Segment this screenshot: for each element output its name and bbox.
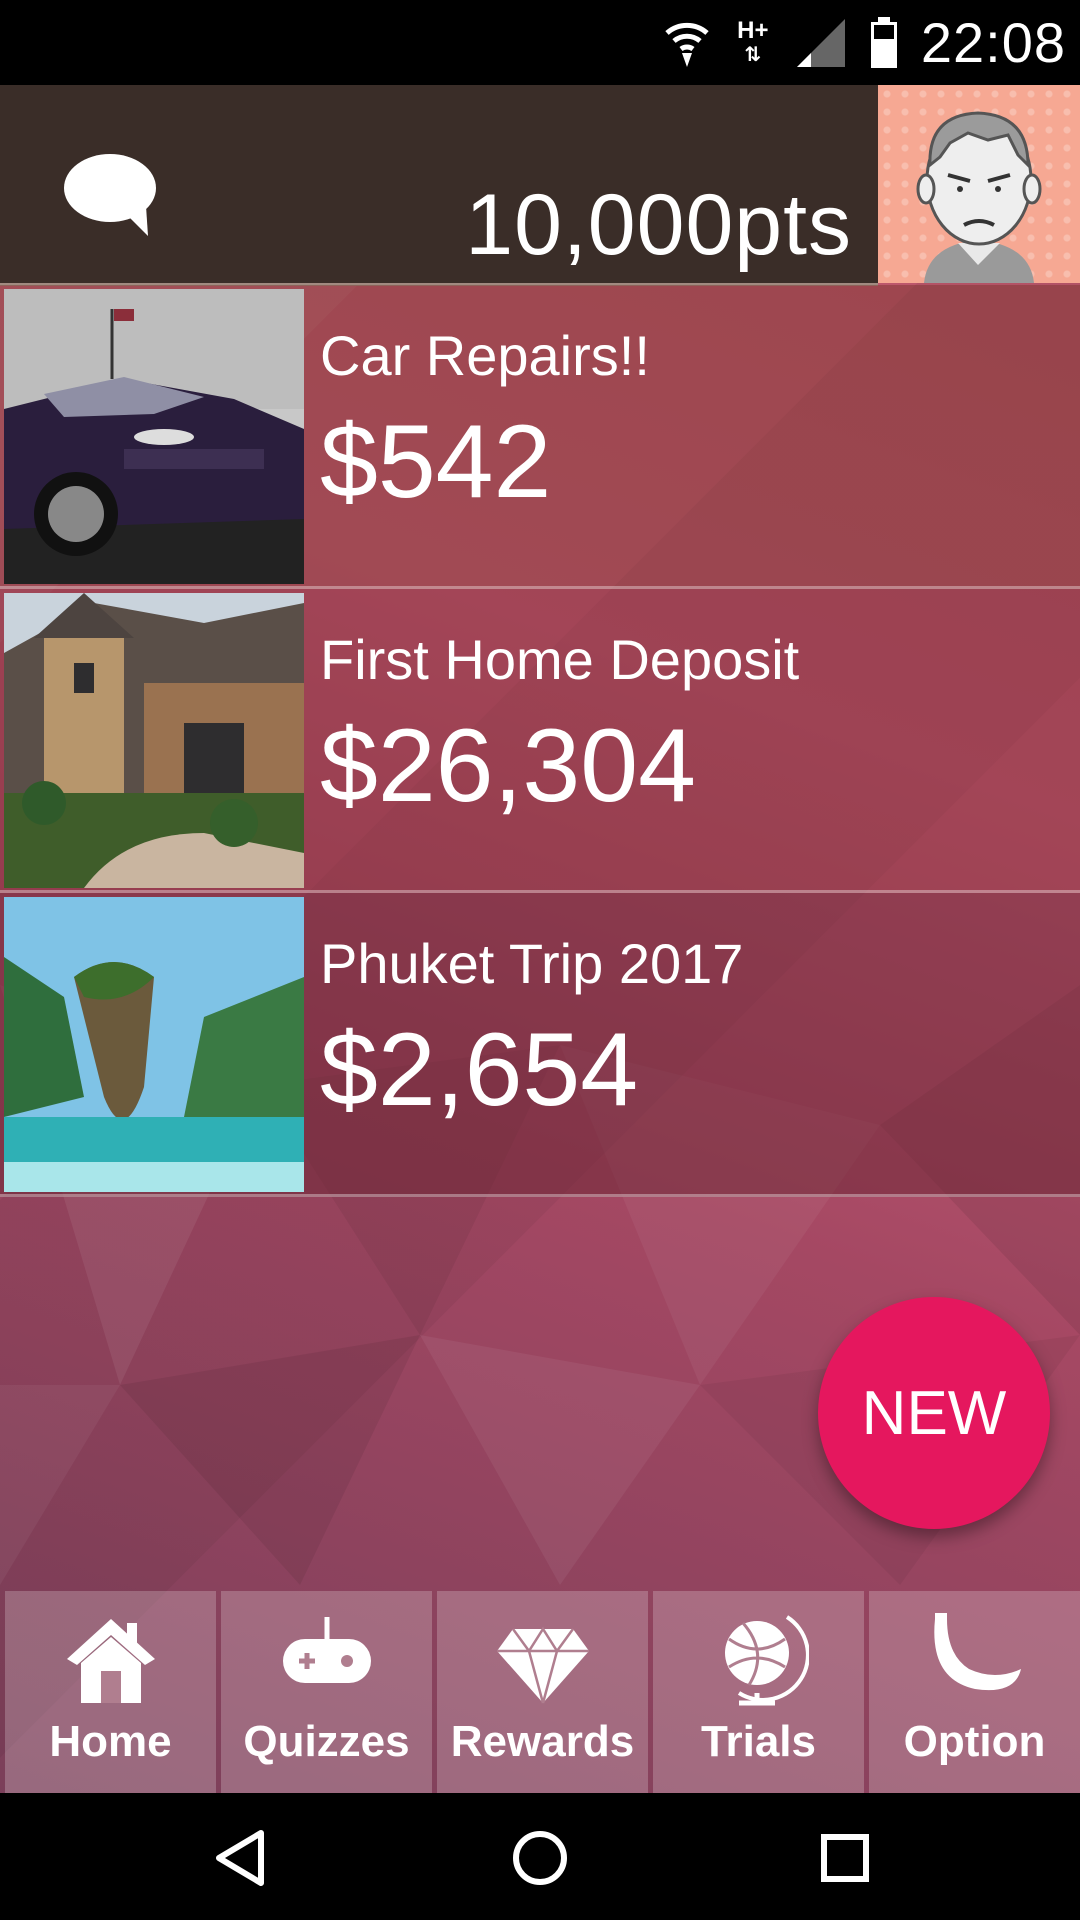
nav-label: Home	[49, 1717, 172, 1766]
nav-label: Rewards	[450, 1717, 635, 1766]
phuket-photo	[4, 897, 304, 1192]
diamond-icon	[496, 1626, 589, 1704]
goal-item-phuket-trip[interactable]: Phuket Trip 2017 $2,654	[0, 893, 1080, 1197]
battery-icon	[870, 16, 897, 68]
chat-bubble-icon[interactable]	[62, 150, 162, 240]
goal-amount: $2,654	[320, 1012, 639, 1128]
status-bar: H+ ⇅ 22:08	[0, 0, 1080, 85]
goal-item-car-repairs[interactable]: Car Repairs!! $542	[0, 285, 1080, 589]
recents-square-icon[interactable]	[810, 1823, 880, 1893]
system-navigation-bar	[0, 1793, 1080, 1920]
nav-item-quizzes[interactable]: Quizzes	[221, 1591, 432, 1793]
nav-label: Quizzes	[243, 1717, 410, 1766]
network-type-indicator: H+ ⇅	[737, 16, 769, 66]
goal-list: Car Repairs!! $542 First Home Deposit $2…	[0, 285, 1080, 1197]
goal-title: First Home Deposit	[320, 628, 800, 691]
nav-item-rewards[interactable]: Rewards	[437, 1591, 648, 1793]
wifi-icon	[665, 22, 709, 67]
goal-amount: $26,304	[320, 708, 696, 824]
nav-item-option[interactable]: Option	[869, 1591, 1080, 1793]
signal-icon	[796, 18, 845, 67]
back-icon[interactable]	[205, 1823, 275, 1893]
goal-title: Phuket Trip 2017	[320, 932, 744, 995]
new-button-label: NEW	[861, 1378, 1007, 1448]
user-avatar[interactable]	[878, 85, 1080, 283]
nav-label: Option	[903, 1717, 1046, 1766]
nav-item-home[interactable]: Home	[5, 1591, 216, 1793]
gamepad-icon	[282, 1617, 371, 1683]
globe-icon	[724, 1615, 809, 1706]
nav-label: Trials	[701, 1717, 816, 1766]
clock: 22:08	[920, 11, 1066, 74]
banana-icon	[933, 1613, 1021, 1691]
points-balance: 10,000pts	[465, 177, 852, 273]
new-goal-button[interactable]: NEW	[818, 1297, 1050, 1529]
header-bar: 10,000pts	[0, 85, 878, 286]
house-photo	[4, 593, 304, 888]
avatar-face-icon	[916, 111, 1042, 283]
goal-amount: $542	[320, 404, 552, 520]
home-icon	[66, 1619, 155, 1703]
bottom-nav: Home Quizzes Rewards Trials Option	[0, 1591, 1080, 1793]
goal-item-first-home-deposit[interactable]: First Home Deposit $26,304	[0, 589, 1080, 893]
car-photo	[4, 289, 304, 584]
nav-item-trials[interactable]: Trials	[653, 1591, 864, 1793]
goal-title: Car Repairs!!	[320, 324, 650, 387]
home-circle-icon[interactable]	[505, 1823, 575, 1893]
